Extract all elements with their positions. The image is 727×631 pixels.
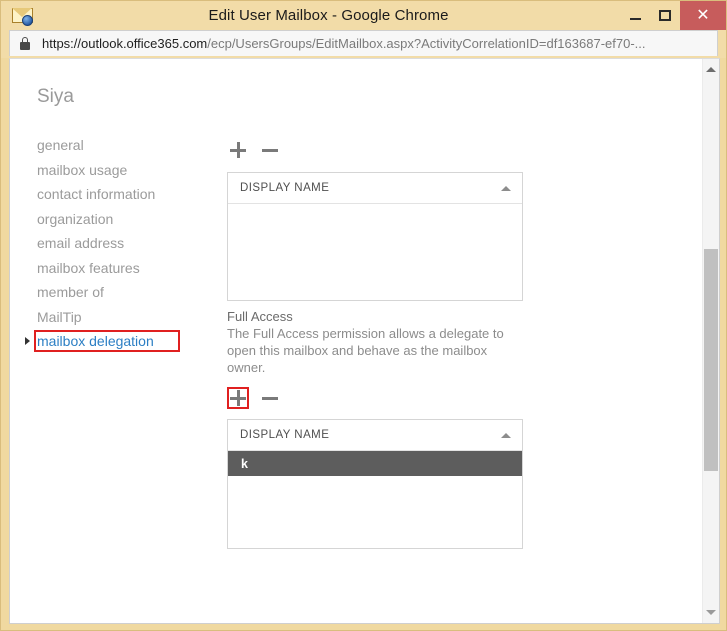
title-bar: Edit User Mailbox - Google Chrome ✕ (1, 1, 726, 30)
selection-pointer-icon (25, 337, 30, 345)
close-icon: ✕ (696, 6, 710, 24)
send-as-table: DISPLAY NAME (227, 172, 523, 301)
full-access-section: Full Access The Full Access permission a… (227, 308, 527, 549)
minimize-button[interactable] (620, 1, 650, 30)
window-title: Edit User Mailbox - Google Chrome (208, 7, 449, 24)
full-access-text: The Full Access permission allows a dele… (227, 326, 504, 375)
send-as-toolbar (227, 137, 523, 163)
sidebar-item-label: MailTip (37, 308, 82, 325)
full-access-column-header[interactable]: DISPLAY NAME (228, 420, 522, 451)
sidebar-item-mailbox-usage[interactable]: mailbox usage (37, 158, 212, 183)
sidebar-item-label: member of (37, 284, 104, 300)
full-access-table: DISPLAY NAME k (227, 419, 523, 549)
scrollbar-thumb[interactable] (704, 249, 718, 471)
send-as-section: DISPLAY NAME (227, 137, 523, 301)
address-bar[interactable]: https://outlook.office365.com/ecp/UsersG… (9, 30, 718, 56)
column-header-label: DISPLAY NAME (240, 182, 330, 194)
page-title: Siya (37, 86, 74, 107)
sidebar-item-label: contact information (37, 186, 156, 202)
sidebar-item-label: mailbox delegation (37, 333, 154, 349)
minimize-icon (629, 18, 641, 20)
sidebar-item-general[interactable]: general (37, 133, 212, 158)
maximize-icon (659, 10, 671, 21)
sort-ascending-icon (501, 433, 511, 438)
full-access-description: Full Access The Full Access permission a… (227, 308, 527, 376)
remove-full-access-button[interactable] (259, 387, 281, 409)
sidebar-item-mailtip[interactable]: MailTip (37, 305, 212, 330)
address-bar-container: https://outlook.office365.com/ecp/UsersG… (1, 30, 726, 58)
sidebar-item-label: general (37, 137, 84, 153)
sidebar-item-mailbox-features[interactable]: mailbox features (37, 256, 212, 281)
sidebar-nav: general mailbox usage contact informatio… (25, 133, 212, 354)
page-content: Siya general mailbox usage contact infor… (10, 59, 694, 623)
maximize-button[interactable] (650, 1, 680, 30)
column-header-label: DISPLAY NAME (240, 429, 330, 441)
url-path: /ecp/UsersGroups/EditMailbox.aspx?Activi… (207, 36, 646, 51)
scroll-up-button[interactable] (703, 61, 719, 78)
remove-send-as-button[interactable] (259, 139, 281, 161)
add-full-access-button[interactable] (227, 387, 249, 409)
minus-icon (262, 148, 278, 152)
url-text: https://outlook.office365.com/ecp/UsersG… (42, 36, 646, 51)
window-controls: ✕ (620, 1, 726, 30)
full-access-toolbar (227, 385, 527, 411)
full-access-title: Full Access (227, 309, 293, 324)
table-row[interactable]: k (228, 451, 522, 476)
sidebar-item-label: mailbox features (37, 259, 140, 276)
scroll-down-arrow-icon (706, 610, 716, 615)
sidebar-item-label: organization (37, 210, 114, 227)
sort-ascending-icon (501, 186, 511, 191)
sidebar-item-label: email address (37, 235, 125, 251)
sidebar-item-label: mailbox usage (37, 161, 128, 178)
sidebar-item-organization[interactable]: organization (37, 207, 212, 232)
url-host: https://outlook.office365.com (42, 36, 208, 51)
sidebar-item-contact-information[interactable]: contact information (37, 182, 212, 207)
sidebar-item-member-of[interactable]: member of (37, 280, 212, 305)
full-access-table-body: k (228, 451, 522, 548)
scroll-down-button[interactable] (703, 604, 719, 621)
page-scrollbar[interactable] (702, 59, 719, 623)
sidebar-item-email-address[interactable]: email address (37, 231, 212, 256)
add-send-as-button[interactable] (227, 139, 249, 161)
browser-window: Edit User Mailbox - Google Chrome ✕ http… (0, 0, 727, 631)
sidebar-item-mailbox-delegation[interactable]: mailbox delegation (25, 329, 212, 354)
minus-icon (262, 396, 278, 400)
send-as-column-header[interactable]: DISPLAY NAME (228, 173, 522, 204)
scroll-up-arrow-icon (706, 67, 716, 72)
outlook-mail-globe-icon (10, 4, 36, 27)
close-button[interactable]: ✕ (680, 1, 726, 30)
lock-icon (20, 37, 30, 50)
send-as-table-body (228, 204, 522, 300)
page-viewport: Siya general mailbox usage contact infor… (9, 58, 720, 624)
